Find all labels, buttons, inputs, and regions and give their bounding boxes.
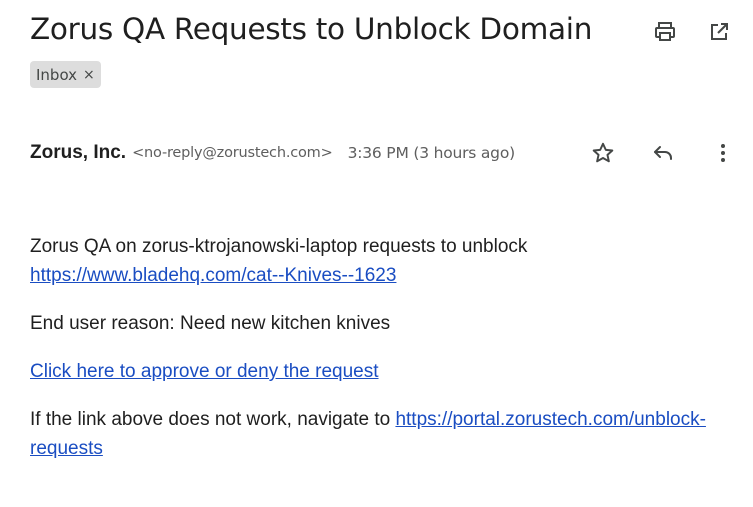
sender-row: Zorus, Inc. <no-reply@zorustech.com> 3:3… xyxy=(30,140,515,166)
fallback-paragraph: If the link above does not work, navigat… xyxy=(30,405,730,463)
open-in-new-window-icon[interactable] xyxy=(706,19,732,45)
more-options-icon[interactable] xyxy=(710,140,736,166)
remove-label-icon[interactable]: × xyxy=(83,68,95,82)
email-subject: Zorus QA Requests to Unblock Domain xyxy=(30,12,593,46)
email-body: Zorus QA on zorus-ktrojanowski-laptop re… xyxy=(30,232,730,482)
sender-name: Zorus, Inc. xyxy=(30,142,127,163)
label-text: Inbox xyxy=(36,65,78,84)
print-icon[interactable] xyxy=(652,19,678,45)
approve-paragraph: Click here to approve or deny the reques… xyxy=(30,357,730,386)
request-paragraph: Zorus QA on zorus-ktrojanowski-laptop re… xyxy=(30,232,730,290)
sender-email: <no-reply@zorustech.com> xyxy=(132,145,333,161)
fallback-text: If the link above does not work, navigat… xyxy=(30,409,396,430)
inbox-label-chip[interactable]: Inbox × xyxy=(30,61,101,88)
star-icon[interactable] xyxy=(590,140,616,166)
approve-deny-link[interactable]: Click here to approve or deny the reques… xyxy=(30,361,379,382)
subject-actions xyxy=(652,19,732,45)
message-actions xyxy=(590,140,736,166)
sent-time: 3:36 PM (3 hours ago) xyxy=(347,144,516,162)
email-subject-row: Zorus QA Requests to Unblock Domain xyxy=(30,12,592,46)
request-text: Zorus QA on zorus-ktrojanowski-laptop re… xyxy=(30,236,528,257)
blocked-url-link[interactable]: https://www.bladehq.com/cat--Knives--162… xyxy=(30,265,396,286)
reason-paragraph: End user reason: Need new kitchen knives xyxy=(30,313,391,334)
reply-icon[interactable] xyxy=(650,140,676,166)
